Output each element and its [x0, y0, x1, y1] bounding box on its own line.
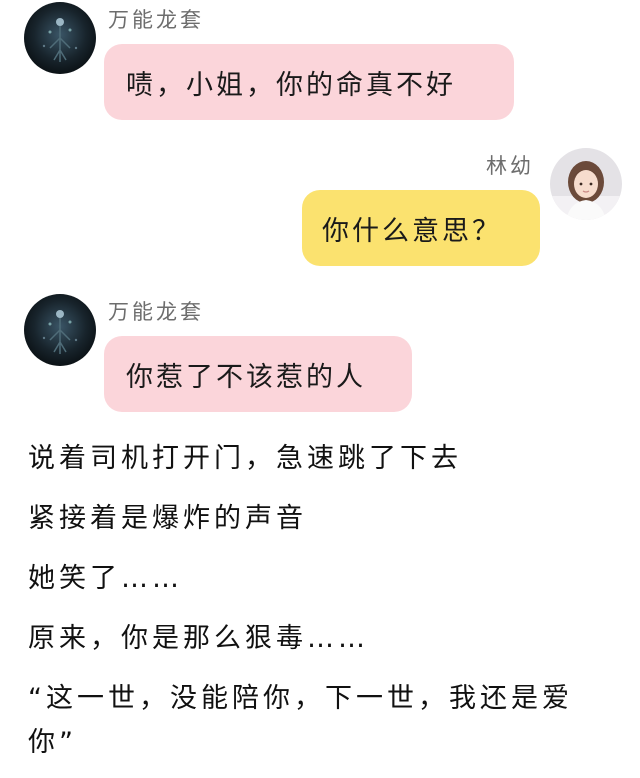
sender-name: 万能龙套: [108, 8, 204, 32]
message-bubble[interactable]: 你什么意思？: [302, 190, 540, 266]
sender-avatar[interactable]: [24, 294, 96, 366]
sender-avatar[interactable]: [24, 2, 96, 74]
narration-line: 你”: [28, 727, 77, 758]
narration-line: 说着司机打开门，急速跳了下去: [28, 443, 462, 474]
narration-line: 原来，你是那么狠毒……: [28, 623, 369, 654]
dark-night-avatar-icon: [24, 2, 96, 74]
narration-line: 她笑了……: [28, 563, 183, 594]
sender-name: 万能龙套: [108, 300, 204, 324]
user-avatar[interactable]: [550, 148, 622, 220]
girl-portrait-avatar-icon: [550, 148, 622, 220]
message-text: 啧，小姐，你的命真不好: [126, 69, 456, 101]
narration-line: “这一世，没能陪你，下一世，我还是爱: [28, 683, 573, 714]
narration-line: 紧接着是爆炸的声音: [28, 503, 307, 534]
sender-name: 林幼: [486, 154, 534, 178]
dark-night-avatar-icon: [24, 294, 96, 366]
message-bubble[interactable]: 啧，小姐，你的命真不好: [104, 44, 514, 120]
message-text: 你惹了不该惹的人: [126, 361, 366, 393]
message-text: 你什么意思？: [322, 215, 502, 247]
message-bubble[interactable]: 你惹了不该惹的人: [104, 336, 412, 412]
